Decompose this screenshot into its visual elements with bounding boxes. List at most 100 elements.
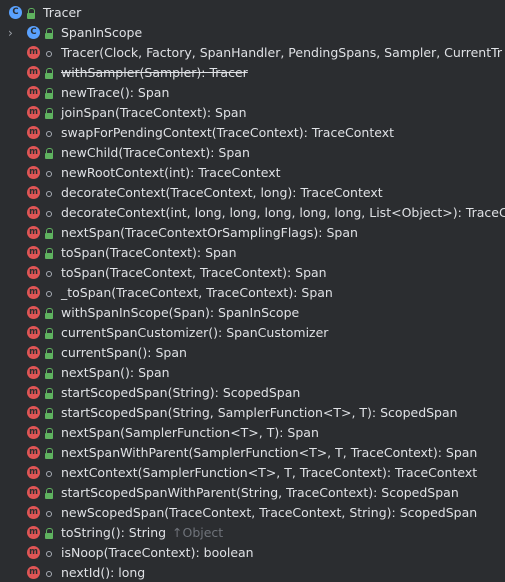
method-icon: m (27, 266, 40, 279)
method-signature: decorateContext(int, long, long, long, l… (61, 205, 505, 220)
method-signature: currentSpanCustomizer(): SpanCustomizer (61, 325, 329, 340)
method-signature: newChild(TraceContext): Span (61, 145, 250, 160)
tree-row-method[interactable]: m nextContext(SamplerFunction<T>, T, Trac… (0, 463, 505, 483)
class-icon: C (27, 26, 40, 39)
tree-row-method[interactable]: m newTrace(): Span (0, 83, 505, 103)
method-signature: nextId(): long (61, 565, 146, 580)
method-signature: isNoop(TraceContext): boolean (61, 545, 254, 560)
class-icon: C (9, 6, 22, 19)
package-private-visibility-icon (44, 288, 54, 299)
public-visibility-icon (44, 68, 54, 79)
public-visibility-icon (44, 148, 54, 159)
package-private-visibility-icon (44, 168, 54, 179)
method-signature: toSpan(TraceContext, TraceContext): Span (61, 265, 327, 280)
method-icon: m (27, 146, 40, 159)
method-signature: nextSpan(TraceContextOrSamplingFlags): S… (61, 225, 358, 240)
method-signature: nextSpan(): Span (61, 365, 170, 380)
structure-panel: C Tracer › C SpanInScope m Tracer(Clock, … (0, 0, 505, 582)
public-visibility-icon (26, 8, 36, 19)
tree-row-method[interactable]: m swapForPendingContext(TraceContext): Tr… (0, 123, 505, 143)
method-icon: m (27, 506, 40, 519)
tree-row-method[interactable]: m toSpan(TraceContext): Span (0, 243, 505, 263)
tree-row-method[interactable]: m newChild(TraceContext): Span (0, 143, 505, 163)
method-signature: withSampler(Sampler): Tracer (61, 65, 248, 80)
method-icon: m (27, 366, 40, 379)
tree-row-method[interactable]: m joinSpan(TraceContext): Span (0, 103, 505, 123)
package-private-visibility-icon (44, 568, 54, 579)
chevron-right-icon[interactable]: › (8, 25, 20, 41)
nested-class-name: SpanInScope (61, 25, 143, 40)
tree-row-method[interactable]: m toSpan(TraceContext, TraceContext): Spa… (0, 263, 505, 283)
public-visibility-icon (44, 28, 54, 39)
method-icon: m (27, 426, 40, 439)
tree-row-method[interactable]: m newScopedSpan(TraceContext, TraceContex… (0, 503, 505, 523)
tree-row-method[interactable]: m Tracer(Clock, Factory, SpanHandler, Pen… (0, 43, 505, 63)
tree-row-method[interactable]: m _toSpan(TraceContext, TraceContext): Sp… (0, 283, 505, 303)
public-visibility-icon (44, 308, 54, 319)
method-icon: m (27, 446, 40, 459)
method-icon: m (27, 106, 40, 119)
method-icon: m (27, 326, 40, 339)
inherited-from-label: ↑Object (172, 525, 224, 540)
package-private-visibility-icon (44, 268, 54, 279)
tree-row-nested-class[interactable]: › C SpanInScope (0, 23, 505, 43)
tree-row-method[interactable]: m newRootContext(int): TraceContext (0, 163, 505, 183)
method-icon: m (27, 66, 40, 79)
method-icon: m (27, 126, 40, 139)
method-signature: currentSpan(): Span (61, 345, 187, 360)
tree-row-method[interactable]: m currentSpanCustomizer(): SpanCustomizer (0, 323, 505, 343)
tree-row-method[interactable]: m startScopedSpanWithParent(String, Trace… (0, 483, 505, 503)
tree-row-method[interactable]: m nextSpan(): Span (0, 363, 505, 383)
public-visibility-icon (44, 528, 54, 539)
method-signature: startScopedSpanWithParent(String, TraceC… (61, 485, 459, 500)
public-visibility-icon (44, 248, 54, 259)
method-icon: m (27, 386, 40, 399)
method-icon: m (27, 566, 40, 579)
tree-row-method[interactable]: m isNoop(TraceContext): boolean (0, 543, 505, 563)
tree-row-method[interactable]: m startScopedSpan(String): ScopedSpan (0, 383, 505, 403)
method-icon: m (27, 86, 40, 99)
method-icon: m (27, 46, 40, 59)
public-visibility-icon (44, 368, 54, 379)
public-visibility-icon (44, 388, 54, 399)
method-icon: m (27, 466, 40, 479)
package-private-visibility-icon (44, 128, 54, 139)
method-signature: startScopedSpan(String, SamplerFunction<… (61, 405, 458, 420)
tree-row-method[interactable]: m withSpanInScope(Span): SpanInScope (0, 303, 505, 323)
method-icon: m (27, 306, 40, 319)
method-signature: nextSpan(SamplerFunction<T>, T): Span (61, 425, 319, 440)
tree-row-root-class[interactable]: C Tracer (0, 3, 505, 23)
method-signature: newScopedSpan(TraceContext, TraceContext… (61, 505, 478, 520)
tree-row-method[interactable]: m nextSpan(TraceContextOrSamplingFlags): … (0, 223, 505, 243)
method-icon: m (27, 486, 40, 499)
method-signature: newTrace(): Span (61, 85, 170, 100)
method-signature: Tracer(Clock, Factory, SpanHandler, Pend… (61, 45, 503, 60)
tree-row-method[interactable]: m nextId(): long (0, 563, 505, 582)
package-private-visibility-icon (44, 48, 54, 59)
method-signature: withSpanInScope(Span): SpanInScope (61, 305, 300, 320)
method-signature: _toSpan(TraceContext, TraceContext): Spa… (61, 285, 333, 300)
tree-row-method[interactable]: m nextSpanWithParent(SamplerFunction<T>, … (0, 443, 505, 463)
method-signature: swapForPendingContext(TraceContext): Tra… (61, 125, 394, 140)
class-name: Tracer (43, 5, 82, 20)
tree-row-method[interactable]: m decorateContext(TraceContext, long): Tr… (0, 183, 505, 203)
public-visibility-icon (44, 228, 54, 239)
tree-row-method[interactable]: m nextSpan(SamplerFunction<T>, T): Span (0, 423, 505, 443)
tree-row-method[interactable]: m startScopedSpan(String, SamplerFunction… (0, 403, 505, 423)
method-icon: m (27, 166, 40, 179)
method-icon: m (27, 206, 40, 219)
method-signature: nextSpanWithParent(SamplerFunction<T>, T… (61, 445, 478, 460)
method-icon: m (27, 406, 40, 419)
tree-row-method[interactable]: m decorateContext(int, long, long, long, … (0, 203, 505, 223)
package-private-visibility-icon (44, 508, 54, 519)
package-private-visibility-icon (44, 468, 54, 479)
method-icon: m (27, 546, 40, 559)
package-private-visibility-icon (44, 208, 54, 219)
method-signature: toSpan(TraceContext): Span (61, 245, 237, 260)
tree-row-method[interactable]: m withSampler(Sampler): Tracer (0, 63, 505, 83)
method-icon: m (27, 286, 40, 299)
method-icon: m (27, 246, 40, 259)
public-visibility-icon (44, 428, 54, 439)
tree-row-method[interactable]: m currentSpan(): Span (0, 343, 505, 363)
tree-row-method[interactable]: m toString(): String ↑Object (0, 523, 505, 543)
